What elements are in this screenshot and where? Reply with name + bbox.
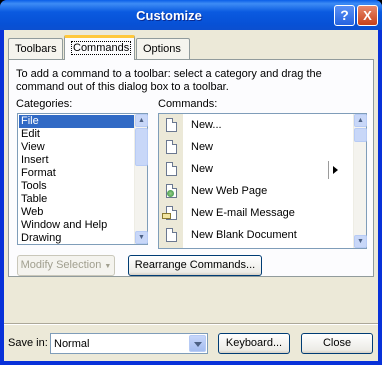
new-document-icon bbox=[166, 118, 177, 132]
command-label: New E-mail Message bbox=[191, 207, 295, 219]
submenu-arrow-icon bbox=[333, 166, 338, 174]
scroll-down-arrow-icon[interactable]: ▼ bbox=[135, 231, 148, 244]
dialog-body: Toolbars Commands Options To add a comma… bbox=[4, 30, 378, 361]
keyboard-button[interactable]: Keyboard... bbox=[218, 333, 290, 354]
tab-commands-label: Commands bbox=[71, 41, 132, 55]
category-item-insert[interactable]: Insert bbox=[19, 154, 134, 167]
new-document-icon bbox=[166, 162, 177, 176]
command-item-new-dialog[interactable]: New... bbox=[159, 115, 336, 137]
submenu-separator bbox=[328, 161, 329, 179]
commands-tab-panel: To add a command to a toolbar: select a … bbox=[8, 59, 374, 277]
command-item-new-menu[interactable]: New bbox=[159, 159, 338, 181]
category-item-file[interactable]: File bbox=[19, 115, 134, 128]
dialog-title: Customize bbox=[136, 8, 202, 23]
commands-scroll-thumb[interactable] bbox=[354, 128, 367, 142]
command-item-new[interactable]: New bbox=[159, 137, 336, 159]
rearrange-commands-label: Rearrange Commands... bbox=[134, 259, 256, 271]
command-item-new-email-message[interactable]: New E-mail Message bbox=[159, 203, 336, 225]
keyboard-label: Keyboard... bbox=[225, 337, 283, 349]
chevron-down-icon[interactable] bbox=[189, 335, 206, 352]
title-bar[interactable]: Customize ? X bbox=[0, 0, 382, 30]
close-button[interactable]: Close bbox=[301, 333, 373, 354]
tab-toolbars[interactable]: Toolbars bbox=[8, 38, 63, 59]
categories-label: Categories: bbox=[16, 98, 73, 110]
categories-listbox[interactable]: File Edit View Insert Format Tools Table… bbox=[17, 113, 148, 245]
command-item-new-web-page[interactable]: New Web Page bbox=[159, 181, 336, 203]
category-item-web[interactable]: Web bbox=[19, 206, 134, 219]
command-label: New bbox=[191, 163, 214, 175]
modify-selection-label: Modify Selection bbox=[20, 259, 102, 271]
scroll-down-arrow-icon[interactable]: ▼ bbox=[354, 235, 367, 248]
instructions-text: To add a command to a toolbar: select a … bbox=[16, 68, 322, 93]
command-label: New Web Page bbox=[191, 185, 268, 197]
tab-options-label: Options bbox=[143, 43, 181, 55]
modify-selection-button[interactable]: Modify Selection ▼ bbox=[17, 255, 115, 276]
envelope-icon bbox=[162, 213, 171, 219]
category-item-table[interactable]: Table bbox=[19, 193, 134, 206]
category-item-drawing[interactable]: Drawing bbox=[19, 232, 134, 245]
category-item-format[interactable]: Format bbox=[19, 167, 134, 180]
commands-listbox[interactable]: New... New New New Web Page New E-mail M… bbox=[158, 113, 367, 249]
divider bbox=[4, 323, 378, 325]
customize-dialog: Customize ? X Toolbars Commands Options … bbox=[0, 0, 382, 365]
category-item-window-and-help[interactable]: Window and Help bbox=[19, 219, 134, 232]
categories-scrollbar[interactable]: ▲ ▼ bbox=[134, 114, 148, 244]
category-item-tools[interactable]: Tools bbox=[19, 180, 134, 193]
category-item-view[interactable]: View bbox=[19, 141, 134, 154]
rearrange-commands-button[interactable]: Rearrange Commands... bbox=[128, 255, 262, 276]
categories-scroll-thumb[interactable] bbox=[135, 128, 148, 166]
scroll-up-arrow-icon[interactable]: ▲ bbox=[354, 114, 367, 127]
tab-options[interactable]: Options bbox=[136, 38, 190, 59]
scroll-up-arrow-icon[interactable]: ▲ bbox=[135, 114, 148, 127]
categories-items: File Edit View Insert Format Tools Table… bbox=[19, 115, 134, 245]
commands-scrollbar[interactable]: ▲ ▼ bbox=[353, 114, 367, 248]
save-in-value: Normal bbox=[54, 338, 90, 350]
close-label: Close bbox=[322, 337, 352, 349]
dropdown-arrow-icon: ▼ bbox=[104, 263, 112, 270]
command-label: New... bbox=[191, 119, 222, 131]
save-in-combobox[interactable]: Normal bbox=[50, 333, 208, 354]
command-label: New bbox=[191, 141, 214, 153]
command-label: New Blank Document bbox=[191, 229, 297, 241]
help-button[interactable]: ? bbox=[334, 5, 355, 26]
globe-icon bbox=[167, 190, 174, 197]
new-document-icon bbox=[166, 140, 177, 154]
title-close-button[interactable]: X bbox=[357, 5, 378, 26]
new-document-icon bbox=[166, 228, 177, 242]
tab-toolbars-label: Toolbars bbox=[15, 43, 57, 55]
save-in-label: Save in: bbox=[8, 337, 48, 349]
category-item-edit[interactable]: Edit bbox=[19, 128, 134, 141]
commands-label: Commands: bbox=[158, 98, 218, 110]
tab-commands[interactable]: Commands bbox=[64, 35, 135, 60]
command-item-new-blank-document[interactable]: New Blank Document bbox=[159, 225, 336, 247]
